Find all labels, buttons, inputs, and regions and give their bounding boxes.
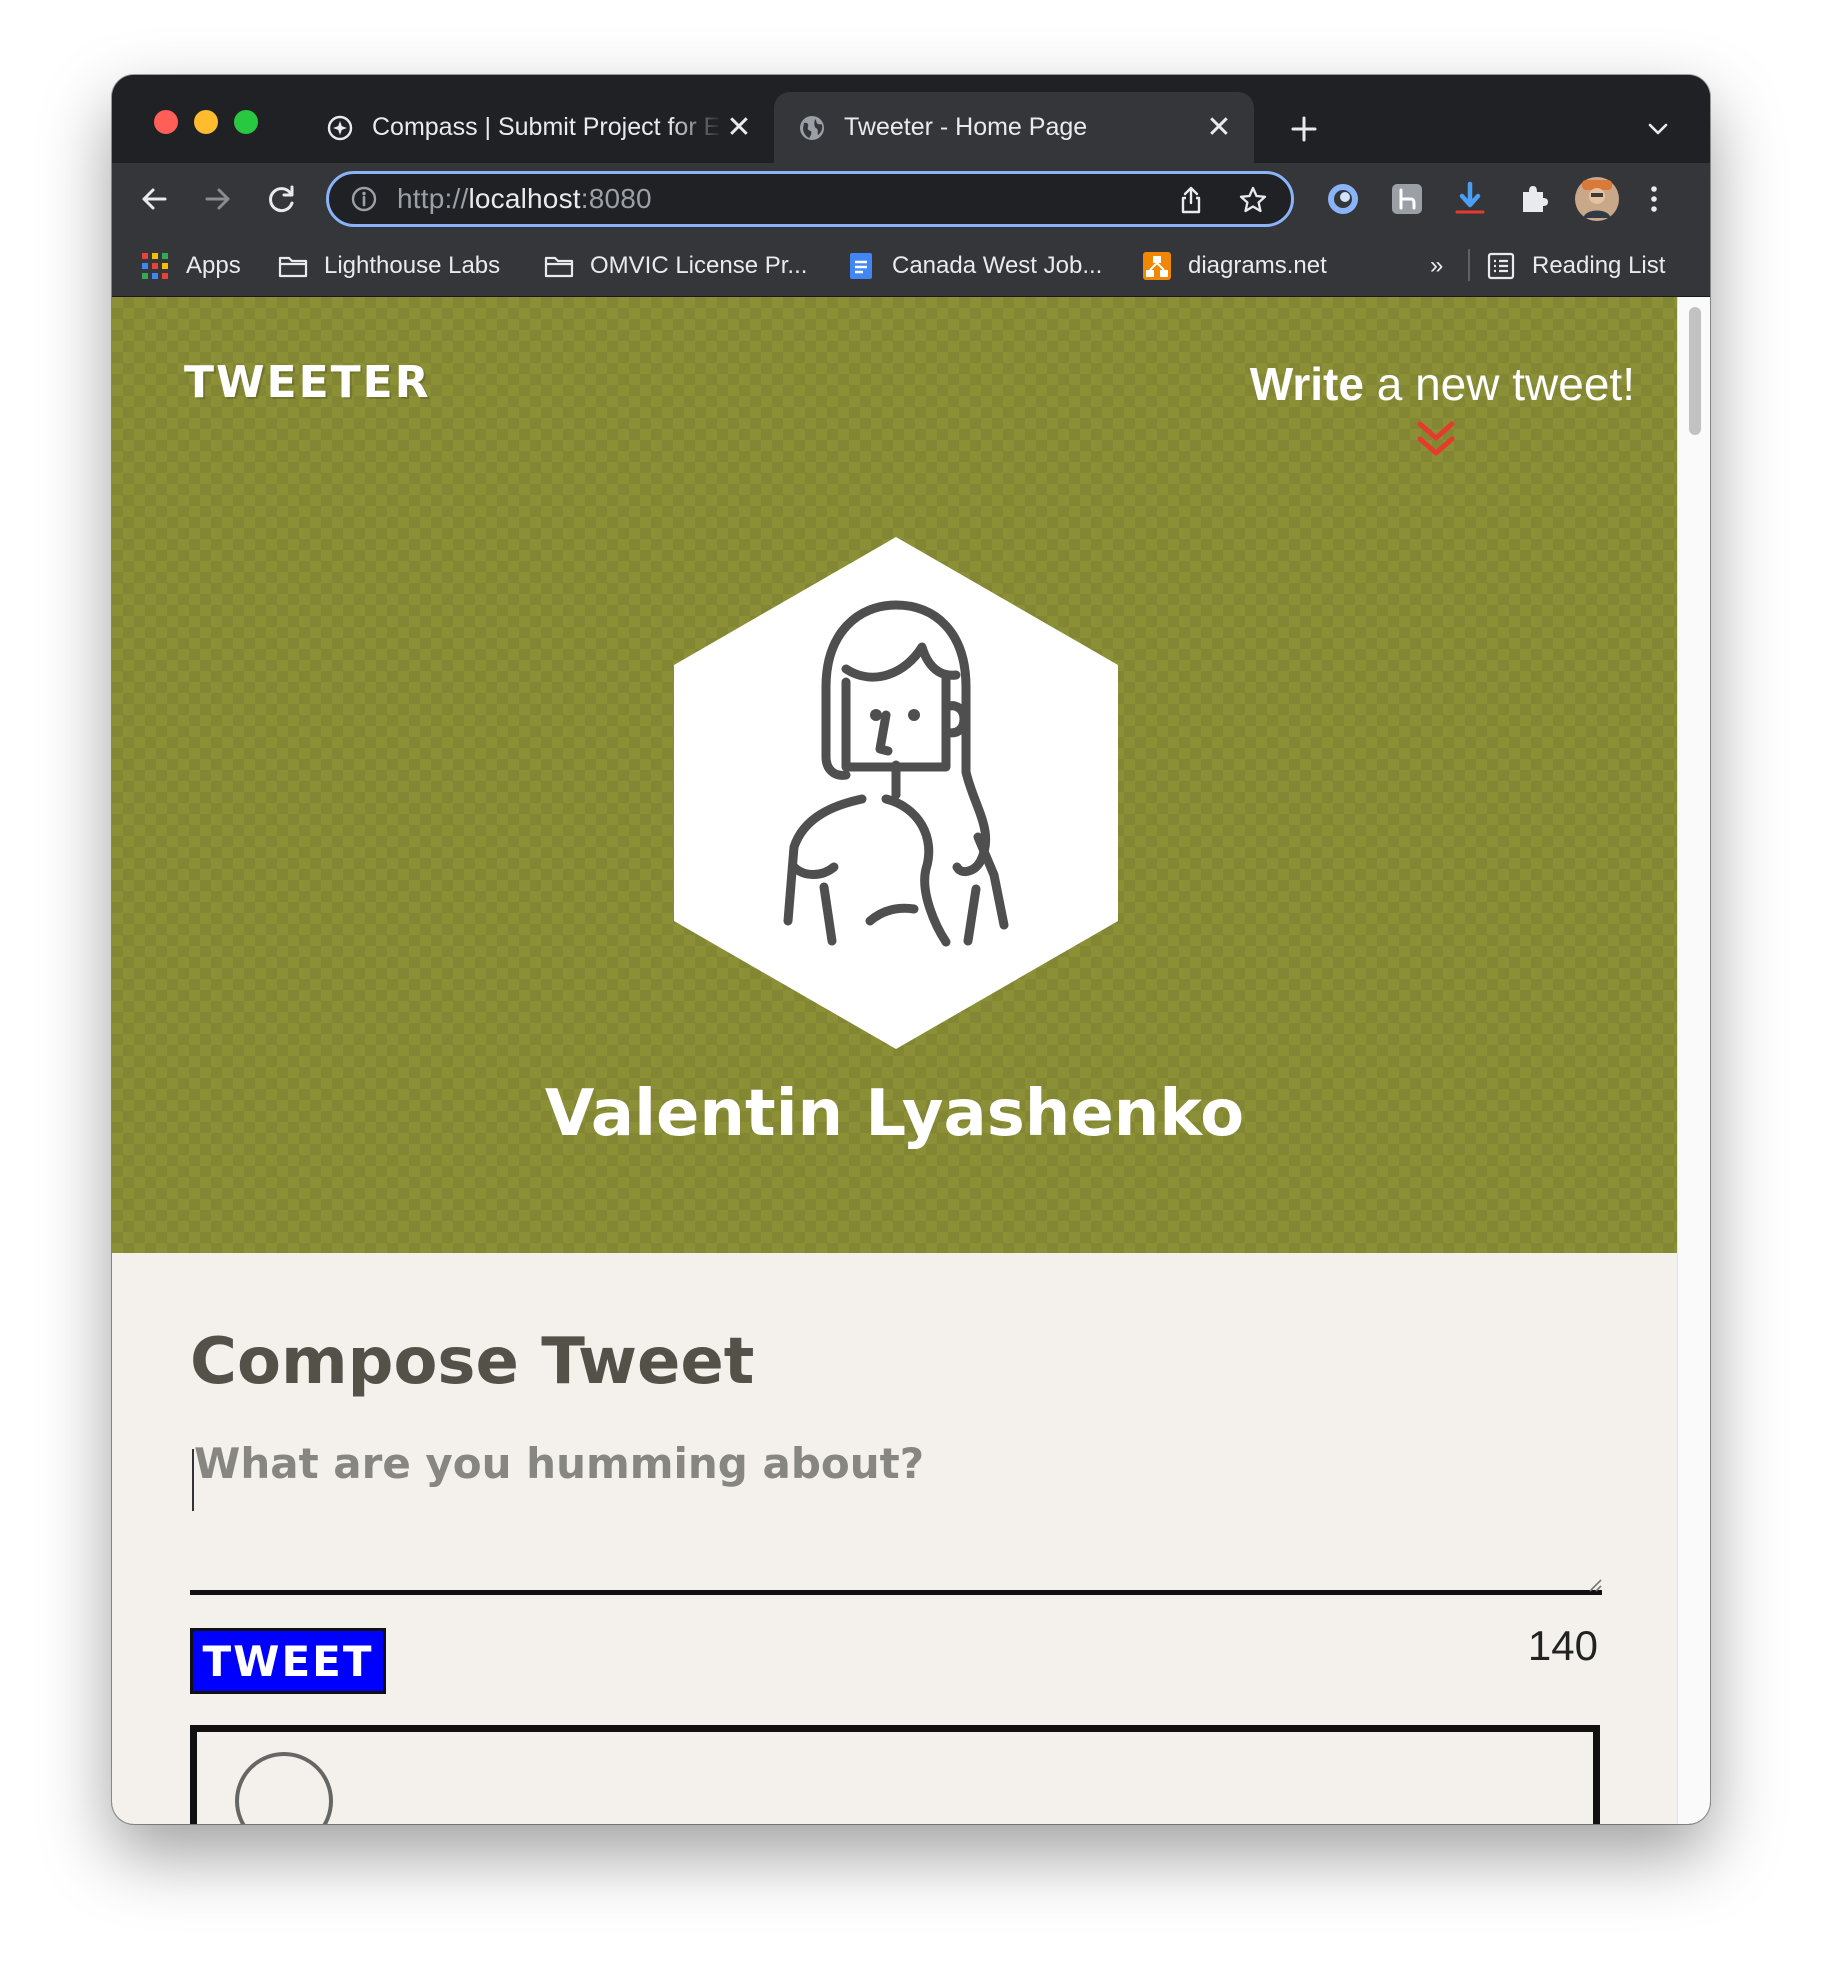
maximize-window-button[interactable]: [234, 110, 258, 134]
bookmark-label: Lighthouse Labs: [324, 251, 501, 279]
extension-h-icon[interactable]: [1388, 180, 1426, 218]
tab-tweeter[interactable]: Tweeter - Home Page ✕: [774, 92, 1254, 163]
double-chevron-down-icon[interactable]: [1415, 419, 1457, 461]
back-arrow-icon[interactable]: [136, 181, 172, 217]
tweet-author-avatar: [235, 1752, 333, 1824]
tweet-card: [190, 1725, 1600, 1824]
folder-icon: [278, 256, 308, 277]
profile-name: Valentin Lyashenko: [544, 1077, 1245, 1151]
new-tab-plus-icon[interactable]: [1282, 107, 1326, 151]
character-counter: 140: [1527, 1622, 1598, 1669]
bookmark-label: OMVIC License Pr...: [590, 251, 808, 279]
url-port: :8080: [580, 183, 652, 214]
share-icon[interactable]: [1175, 184, 1207, 216]
bookmark-omvic[interactable]: OMVIC License Pr...: [544, 235, 807, 296]
tab-title: Compass | Submit Project for Evaluation: [372, 113, 722, 141]
profile-header: TWEETER Write a new tweet! Valentin Lyas…: [112, 297, 1677, 1253]
diagrams-icon: [1143, 251, 1171, 280]
close-window-button[interactable]: [154, 110, 178, 134]
bookmark-diagrams[interactable]: diagrams.net: [1142, 235, 1327, 296]
bookmark-label: Apps: [186, 251, 241, 279]
folder-icon: [544, 256, 574, 277]
write-strong-text: Write: [1249, 358, 1364, 410]
tab-close-icon[interactable]: ✕: [1202, 111, 1236, 145]
bookmark-star-icon[interactable]: [1237, 184, 1269, 216]
write-new-tweet-link[interactable]: Write a new tweet!: [1250, 357, 1635, 411]
bookmarks-divider: [1468, 249, 1470, 281]
bookmark-label: diagrams.net: [1188, 251, 1327, 279]
overflow-chevrons-icon: »: [1430, 251, 1444, 279]
reading-list-label: Reading List: [1532, 251, 1666, 279]
extensions-puzzle-icon[interactable]: [1515, 180, 1553, 218]
bookmarks-bar: Apps Lighthouse Labs OMVIC License Pr...…: [112, 235, 1710, 297]
resize-handle-icon[interactable]: [1582, 1572, 1602, 1592]
site-logo[interactable]: TWEETER: [184, 357, 431, 408]
address-bar[interactable]: http://localhost:8080: [326, 171, 1294, 227]
chrome-menu-dots-icon[interactable]: [1635, 180, 1673, 218]
url-text: http://localhost:8080: [397, 183, 652, 215]
reading-list-icon: [1487, 252, 1515, 279]
tab-strip: Compass | Submit Project for Evaluation …: [112, 75, 1710, 163]
docs-icon: [850, 252, 872, 279]
scrollbar-thumb[interactable]: [1689, 307, 1701, 435]
compose-tweet-heading: Compose Tweet: [190, 1325, 755, 1399]
download-icon[interactable]: [1451, 180, 1489, 218]
extension-ring-icon[interactable]: [1324, 180, 1362, 218]
url-scheme: http://: [397, 183, 469, 214]
bookmark-apps[interactable]: Apps: [140, 235, 241, 296]
write-rest-text: a new tweet!: [1363, 358, 1635, 410]
bookmark-canada-west[interactable]: Canada West Job...: [846, 235, 1102, 296]
text-cursor: [192, 1449, 194, 1511]
profile-avatar: [674, 537, 1118, 1049]
browser-toolbar: http://localhost:8080: [112, 163, 1710, 235]
tweet-submit-button[interactable]: TWEET: [190, 1628, 386, 1694]
url-host: localhost: [468, 183, 581, 214]
page-scrollbar[interactable]: [1677, 297, 1710, 1824]
bookmarks-overflow-button[interactable]: »: [1430, 235, 1443, 296]
compass-icon: [327, 115, 353, 140]
tab-close-icon[interactable]: ✕: [722, 111, 756, 145]
bookmark-lighthouse-labs[interactable]: Lighthouse Labs: [278, 235, 500, 296]
profile-avatar-icon[interactable]: [1574, 176, 1620, 222]
globe-icon: [800, 115, 824, 140]
tweet-text-input[interactable]: [190, 1413, 1602, 1595]
minimize-window-button[interactable]: [194, 110, 218, 134]
tab-search-chevron-icon[interactable]: [1642, 113, 1674, 145]
browser-window: Compass | Submit Project for Evaluation …: [112, 75, 1710, 1824]
reading-list-button[interactable]: Reading List: [1486, 235, 1665, 296]
apps-grid-icon: [142, 252, 168, 279]
site-info-icon[interactable]: [349, 184, 379, 214]
reload-icon[interactable]: [264, 181, 300, 217]
forward-arrow-icon[interactable]: [200, 181, 236, 217]
web-page: TWEETER Write a new tweet! Valentin Lyas…: [112, 297, 1677, 1824]
bookmark-label: Canada West Job...: [892, 251, 1103, 279]
tab-title: Tweeter - Home Page: [844, 113, 1088, 141]
